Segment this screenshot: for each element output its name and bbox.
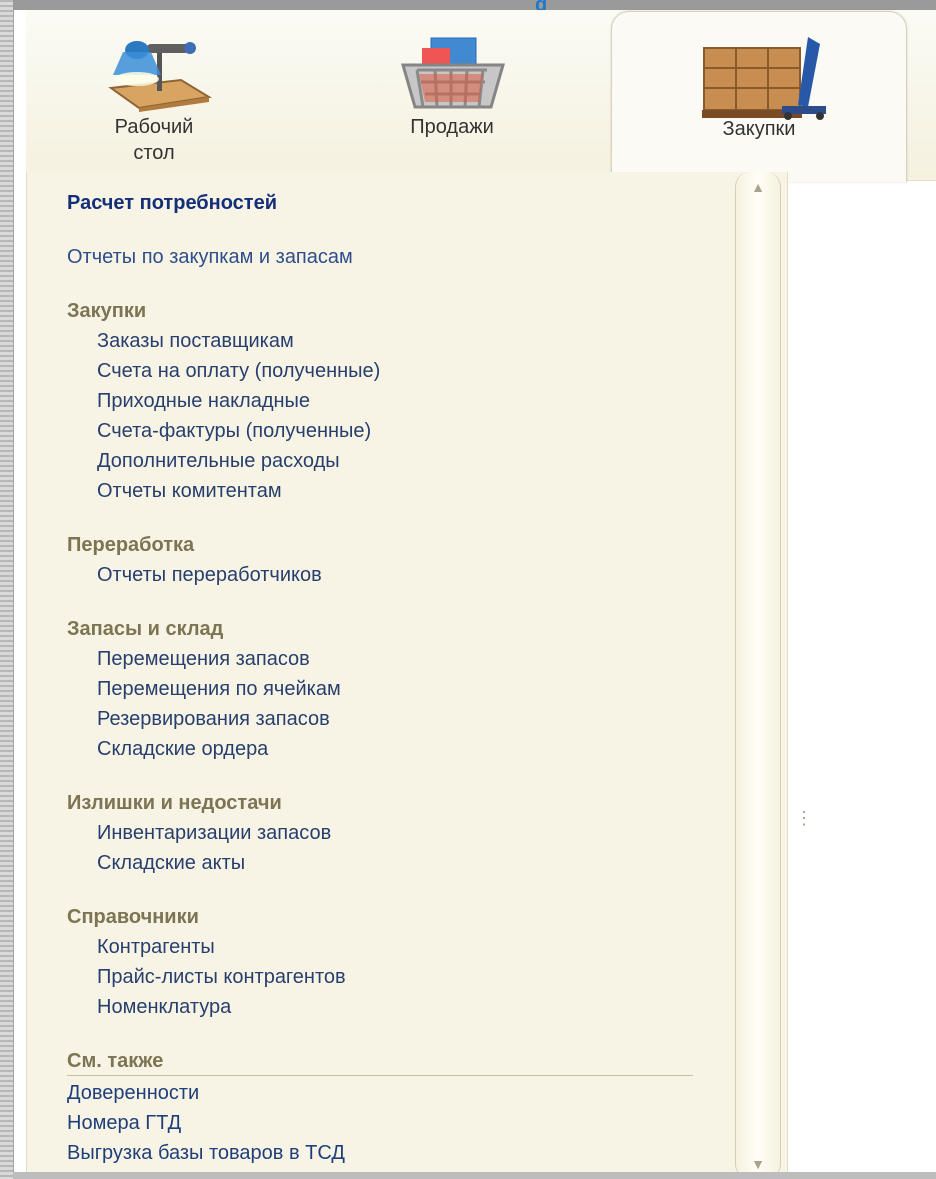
menu-link-principal-reports[interactable]: Отчеты комитентам [97,476,282,506]
menu-link-stock-inventory[interactable]: Инвентаризации запасов [97,818,331,848]
menu-link-stock-reservations[interactable]: Резервирования запасов [97,704,330,734]
menu-link-counterparties[interactable]: Контрагенты [97,932,215,962]
desk-lamp-icon [108,41,212,112]
section-purchases[interactable]: Закупки [611,11,907,182]
menu-link-upload-product-database-tsd[interactable]: Выгрузка базы товаров в ТСД [67,1138,345,1168]
menu-link-supplier-orders[interactable]: Заказы поставщикам [97,326,294,356]
panel-splitter-handle[interactable]: ⋮ [795,809,813,872]
menu-link-processor-reports[interactable]: Отчеты переработчиков [97,560,322,590]
menu-link-warehouse-acts[interactable]: Складские акты [97,848,245,878]
menu-link-demand-calculation[interactable]: Расчет потребностей [67,188,277,218]
menu-link-stock-transfers[interactable]: Перемещения запасов [97,644,310,674]
section-panel: Рабочий стол Продажи Закупки [26,10,936,182]
group-title-processing: Переработка [67,534,195,556]
menu-link-cell-transfers[interactable]: Перемещения по ячейкам [97,674,341,704]
shopping-basket-icon [401,37,505,109]
menu-link-warehouse-orders[interactable]: Складские ордера [97,734,268,764]
scroll-up-icon[interactable]: ▲ [736,172,780,202]
group-title-stock-warehouse: Запасы и склад [67,618,224,640]
group-title-purchases: Закупки [67,300,147,322]
section-label: Рабочий стол [114,116,194,164]
menu-link-receipt-waybills[interactable]: Приходные накладные [97,386,310,416]
group-title-see-also: См. также [67,1050,164,1072]
window-left-border [0,0,14,1179]
menu-link-received-invoices[interactable]: Счета-фактуры (полученные) [97,416,371,446]
menu-link-additional-expenses[interactable]: Дополнительные расходы [97,446,340,476]
group-title-surplus-shortage: Излишки и недостачи [67,792,282,814]
navigation-panel: Расчет потребностей Отчеты по закупкам и… [26,172,813,1179]
menu-link-powers-of-attorney[interactable]: Доверенности [67,1078,199,1108]
menu-link-nomenclature[interactable]: Номенклатура [97,992,231,1022]
menu-link-customs-declaration-numbers[interactable]: Номера ГТД [67,1108,181,1138]
see-also-divider [67,1075,693,1076]
section-label: Закупки [722,118,796,140]
menu-link-payment-invoices[interactable]: Счета на оплату (полученные) [97,356,380,386]
vertical-scrollbar[interactable]: ▲ ▼ [735,172,781,1179]
purchases-menu: Расчет потребностей Отчеты по закупкам и… [27,172,732,1179]
menu-link-counterparty-price-lists[interactable]: Прайс-листы контрагентов [97,962,346,992]
menu-link-purchase-stock-reports[interactable]: Отчеты по закупкам и запасам [67,242,353,272]
section-label: Продажи [410,116,494,138]
section-sales[interactable]: Продажи [362,10,542,180]
group-title-reference-books: Справочники [67,906,199,928]
section-desktop[interactable]: Рабочий стол [64,10,244,180]
application-window: g Рабочий стол Продажи Закупки Расчет по… [0,0,936,1179]
window-top-border [13,0,936,10]
window-bottom-border [13,1172,936,1179]
pallet-truck-icon [702,37,826,120]
